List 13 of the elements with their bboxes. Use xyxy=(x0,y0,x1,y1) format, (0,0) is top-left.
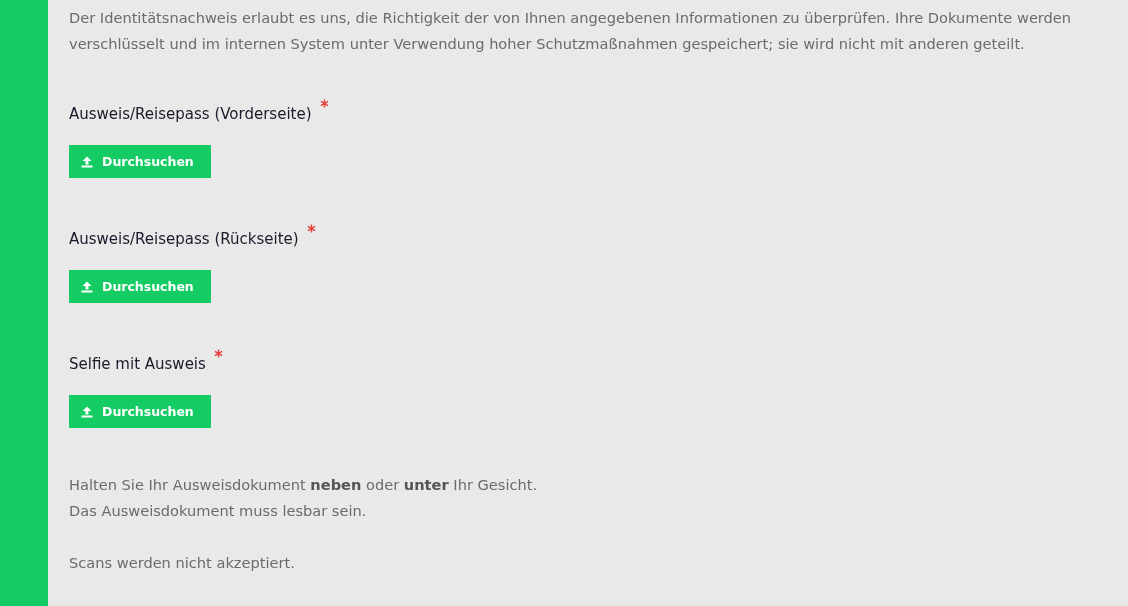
upload-icon xyxy=(81,155,93,168)
upload-button[interactable]: Durchsuchen xyxy=(69,395,211,428)
field-label: Ausweis/Reisepass (Rückseite) xyxy=(69,229,299,250)
field-label: Ausweis/Reisepass (Vorderseite) xyxy=(69,104,312,125)
intro-paragraph: Der Identitätsnachweis erlaubt es uns, die Richtigkeit der von Ihnen angegebenen Informationen zu überprüfen. Ihre Dokumente werden verschlüsselt und im internen System unter Verwendung hoher Schutzmaßnahmen gespeichert; sie wird nicht mit anderen geteilt. xyxy=(69,8,1073,54)
note-text: Halten Sie Ihr Ausweisdokument neben oder unter Ihr Gesicht. xyxy=(69,475,539,495)
upload-icon xyxy=(81,280,93,293)
upload-button[interactable]: Durchsuchen xyxy=(69,145,211,178)
upload-button[interactable]: Durchsuchen xyxy=(69,270,211,303)
field-label: Selfie mit Ausweis xyxy=(69,354,206,375)
upload-icon xyxy=(81,405,93,418)
note-text: Das Ausweisdokument muss lesbar sein. xyxy=(69,501,368,521)
note-text: Scans werden nicht akzeptiert. xyxy=(69,553,296,573)
